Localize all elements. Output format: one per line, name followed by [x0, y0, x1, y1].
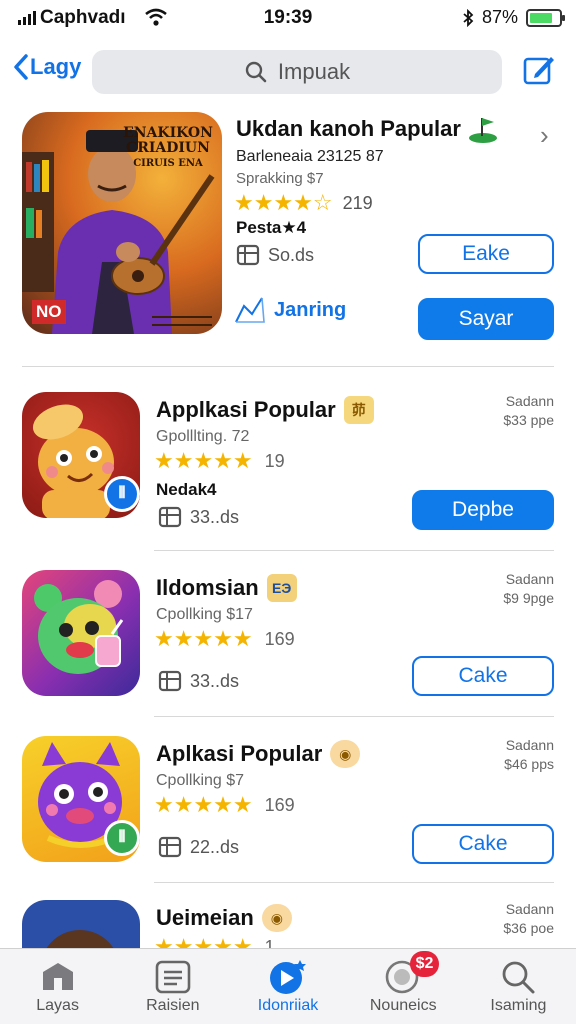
app-category: Cpollking $17 — [156, 606, 253, 623]
list-item[interactable]: ⫴ Aplkasi Popular ◉ Cpollking $7 ★★★★★ 169… — [0, 736, 576, 886]
featured-category: Sprakking $7 — [236, 170, 324, 187]
app-action-button[interactable]: Depbe — [412, 490, 554, 530]
featured-rating: ★★★★☆ 219 — [234, 190, 373, 216]
mascot-illustration — [46, 930, 114, 948]
box-icon — [158, 836, 182, 858]
featured-size: So.ds — [236, 244, 314, 266]
tab-isaming[interactable]: Isaming — [461, 949, 576, 1024]
search-placeholder: Impuak — [277, 59, 351, 84]
tab-nouneics[interactable]: Nouneics $2 — [346, 949, 461, 1024]
featured-open-button[interactable]: Sayar — [418, 298, 554, 340]
compose-icon[interactable] — [522, 53, 556, 87]
app-meta: Sadann $33 ppe — [503, 393, 554, 428]
list-item[interactable]: ⫴ Applkasi Popular 茆 Gpolllting. 72 ★★★★★… — [0, 392, 576, 542]
featured-title[interactable]: Ukdan kanoh Papular — [236, 116, 461, 142]
box-icon — [236, 244, 260, 266]
app-rating: ★★★★★ 1 — [154, 934, 275, 948]
mascot-illustration — [34, 580, 124, 674]
app-size: 33..ds — [158, 506, 239, 528]
age-badge: NO — [32, 300, 66, 324]
play-icon — [270, 960, 306, 994]
battery-percent: 87% — [481, 7, 518, 27]
search-icon — [503, 961, 535, 994]
app-title: Aplkasi Popular ◉ — [156, 740, 361, 768]
app-icon[interactable] — [22, 900, 140, 948]
app-badge-icon: ⫴ — [104, 476, 140, 512]
status-right: 87% — [462, 7, 565, 28]
share-icon — [235, 297, 265, 323]
app-title: Ueimeian ◉ — [156, 904, 292, 932]
app-title: Ildomsian ЕЭ — [156, 574, 297, 602]
box-icon — [158, 506, 182, 528]
featured-price-label: Pesta★4 — [236, 218, 307, 237]
search-icon — [245, 61, 267, 83]
battery-icon — [526, 8, 565, 27]
app-category: Gpolllting. 72 — [156, 428, 250, 445]
status-bar: Caphvadı 19:39 87% — [0, 0, 576, 36]
app-badge-icon: ⫴ — [104, 820, 140, 856]
app-price-label: Nedak4 — [156, 480, 217, 499]
list-item[interactable]: Ueimeian ◉ ★★★★★ 1 Sadann $36 poe — [0, 900, 576, 948]
featured-app[interactable]: ENAKIKON CRIADIUN CIRUIS ENA NO Ukdan ka… — [0, 112, 576, 352]
tab-bar: Layas Raisien Idonriiak Nouneics $2 Isam… — [0, 948, 576, 1024]
box-icon — [158, 670, 182, 692]
size-value: So.ds — [268, 244, 315, 265]
app-icon[interactable] — [22, 570, 140, 696]
app-icon[interactable]: ⫴ — [22, 736, 140, 862]
tab-idonriiak[interactable]: Idonriiak — [230, 949, 345, 1024]
list-item[interactable]: Ildomsian ЕЭ Cpollking $17 ★★★★★ 169 33..d… — [0, 570, 576, 720]
notification-badge: $2 — [409, 951, 440, 977]
rating-count: 219 — [342, 192, 373, 213]
app-rating: ★★★★★ 19 — [154, 448, 285, 473]
featured-developer: Barleneaia 23125 87 — [236, 148, 384, 165]
back-button[interactable]: Lagy — [12, 53, 81, 81]
app-icon[interactable]: ⫴ — [22, 392, 140, 518]
tab-raisien[interactable]: Raisien — [115, 949, 230, 1024]
divider — [154, 716, 554, 717]
featured-get-button[interactable]: Eake — [418, 234, 554, 274]
list-icon — [155, 960, 191, 994]
bluetooth-icon — [463, 8, 474, 27]
emblem-icon: ◉ — [330, 740, 361, 768]
app-size: 33..ds — [158, 670, 239, 692]
back-label: Lagy — [30, 54, 82, 79]
app-action-button[interactable]: Cake — [412, 824, 554, 864]
home-icon — [42, 963, 73, 990]
emblem-icon: 茆 — [343, 396, 374, 424]
app-action-button[interactable]: Cake — [412, 656, 554, 696]
flag-icon — [469, 118, 497, 143]
star-rating: ★★★★☆ — [234, 190, 333, 215]
poster-credits — [152, 316, 212, 326]
chevron-left-icon — [14, 54, 28, 80]
emblem-icon: ◉ — [261, 904, 292, 932]
app-rating: ★★★★★ 169 — [154, 626, 295, 651]
search-input[interactable]: Impuak — [92, 50, 502, 94]
featured-poster[interactable]: ENAKIKON CRIADIUN CIRUIS ENA NO — [22, 112, 222, 334]
poster-title: ENAKIKON CRIADIUN CIRUIS ENA — [123, 125, 213, 170]
app-size: 22..ds — [158, 836, 239, 858]
app-rating: ★★★★★ 169 — [154, 792, 295, 817]
app-meta: Sadann $36 poe — [503, 901, 554, 936]
divider — [154, 882, 554, 883]
nav-bar: Lagy Impuak — [0, 44, 576, 98]
divider — [154, 550, 554, 551]
app-category: Cpollking $7 — [156, 772, 245, 789]
tab-layas[interactable]: Layas — [0, 949, 115, 1024]
app-title: Applkasi Popular 茆 — [156, 396, 374, 424]
app-meta: Sadann $46 pps — [504, 737, 554, 772]
chevron-right-icon[interactable]: › — [540, 120, 549, 151]
featured-link[interactable]: Janring — [232, 292, 346, 328]
app-meta: Sadann $9 9pge — [503, 571, 554, 606]
divider — [22, 366, 554, 367]
emblem-icon: ЕЭ — [266, 574, 297, 602]
